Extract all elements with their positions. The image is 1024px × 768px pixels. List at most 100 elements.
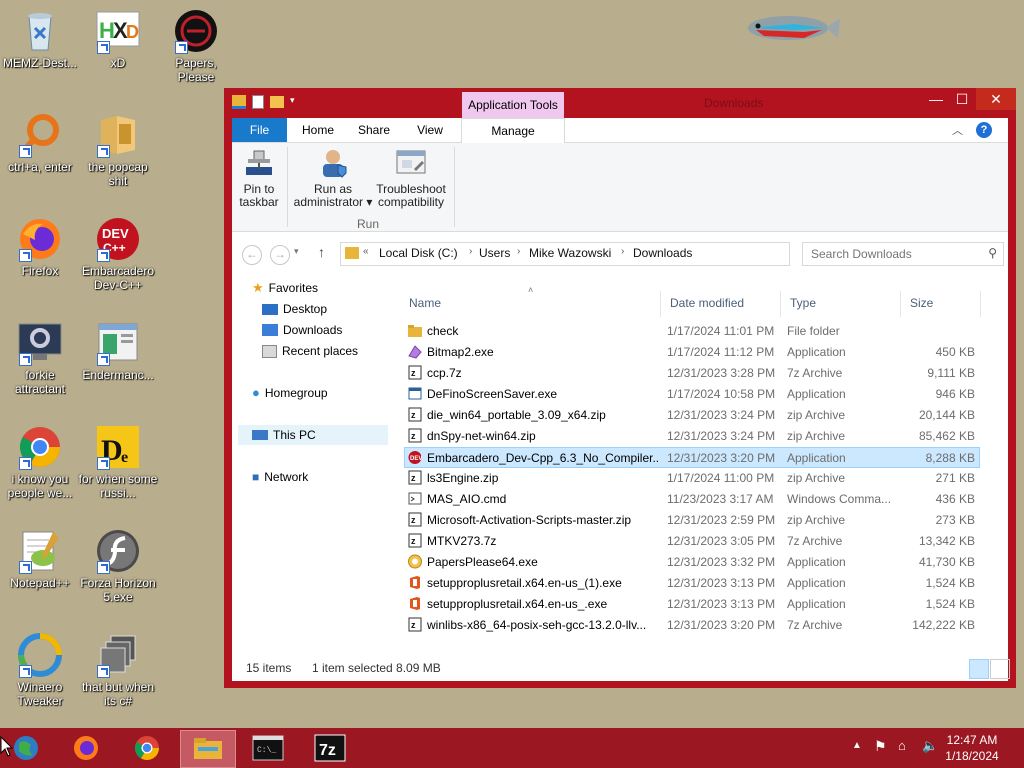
desktop-icon-ctrl-a-enter[interactable]: ctrl+a, enter [0,112,80,174]
breadcrumb-users[interactable]: Users [479,246,510,260]
chevron-right-icon[interactable]: › [517,246,520,257]
desktop-icon-popcap[interactable]: the popcap shit [78,112,158,188]
desktop-icon-that-but-when-its-csharp[interactable]: that but when its c# [78,632,158,708]
properties-icon[interactable] [252,95,264,109]
column-separator[interactable] [780,291,781,317]
firefox-icon [17,216,63,262]
nav-recent-places[interactable]: Recent places [262,341,358,361]
nav-this-pc[interactable]: This PC [238,425,388,445]
run-as-admin-button[interactable]: Run as administrator ▾ [292,147,374,209]
svg-text:z: z [411,536,416,546]
desktop-icon-papers-please[interactable]: Papers, Please [156,8,236,84]
flag-icon[interactable]: ⚑ [874,738,887,755]
file-date: 12/31/2023 3:05 PM [667,534,776,548]
troubleshoot-icon [394,147,428,179]
recent-places-icon [262,344,277,358]
desktop-icon-firefox[interactable]: Firefox [0,216,80,278]
nav-favorites[interactable]: ★ Favorites [252,278,318,298]
file-row[interactable]: z winlibs-x86_64-posix-seh-gcc-13.2.0-llv… [405,615,979,635]
recent-locations-icon[interactable]: ▾ [294,246,299,257]
file-row[interactable]: check 1/17/2024 11:01 PM File folder [405,321,979,341]
breadcrumb-overflow[interactable]: « [363,246,369,257]
taskbar-command-prompt[interactable]: C:\_ [242,730,294,766]
nav-downloads[interactable]: Downloads [262,320,342,340]
file-row[interactable]: z Microsoft-Activation-Scripts-master.zip… [405,510,979,530]
taskbar-file-explorer[interactable] [180,730,236,768]
tab-manage[interactable]: Manage [461,118,565,144]
back-button[interactable]: ← [242,245,262,265]
breadcrumb-mike-wazowski[interactable]: Mike Wazowski [529,246,611,260]
file-row[interactable]: z ccp.7z 12/31/2023 3:28 PM 7z Archive 9,111… [405,363,979,383]
network-tray-icon[interactable]: ⌂ [898,738,906,753]
tab-file[interactable]: File [232,118,287,142]
address-bar[interactable]: « Local Disk (C:) › Users › Mike Wazowsk… [340,242,890,266]
tab-home[interactable]: Home [290,118,346,142]
taskbar-chrome[interactable] [121,730,173,766]
desktop-icon-endermanc[interactable]: Endermanc... [78,320,158,382]
details-view-button[interactable] [969,659,989,679]
breadcrumb-downloads[interactable]: Downloads [633,246,692,260]
ribbon-collapse-icon[interactable]: ︿ [952,122,966,137]
file-row[interactable]: z ls3Engine.zip 1/17/2024 11:00 PM zip Arch… [405,468,979,488]
tab-share[interactable]: Share [348,118,400,142]
nav-favorites-label: Favorites [268,281,319,295]
desktop-icon-notepad-plus-plus[interactable]: Notepad++ [0,528,80,590]
file-row[interactable]: z MTKV273.7z 12/31/2023 3:05 PM 7z Archive 1… [405,531,979,551]
file-type: Application [787,451,846,465]
pin-to-taskbar-button[interactable]: Pin to taskbar [236,147,282,209]
chevron-right-icon[interactable]: › [621,246,624,257]
application-tools-tab: Application Tools [462,92,564,118]
desktop-icon-winaero-tweaker[interactable]: Winaero Tweaker [0,632,80,708]
clock[interactable]: 12:47 AM 1/18/2024 [930,732,1014,764]
search-box[interactable]: ⚲ [802,242,1004,266]
file-row[interactable]: DEV Embarcadero_Dev-Cpp_6.3_No_Compiler..… [404,447,980,468]
search-icon[interactable]: ⚲ [988,246,997,260]
show-hidden-icons[interactable]: ▲ [852,740,862,751]
column-separator[interactable] [900,291,901,317]
large-icons-view-button[interactable] [990,659,1010,679]
desktop-icon-for-when-some-russi[interactable]: De for when some russi... [78,424,158,500]
troubleshoot-compatibility-button[interactable]: Troubleshoot compatibility [374,147,448,209]
forward-button[interactable]: → [270,245,290,265]
admin-user-icon [316,147,350,179]
desktop-icon-embarcadero-dev-cpp[interactable]: DEV C++ Embarcadero Dev-C++ [78,216,158,292]
file-row[interactable]: setupproplusretail.x64.en-us_(1).exe 12/3… [405,573,979,593]
column-separator[interactable] [660,291,661,317]
column-date[interactable]: Date modified [670,296,744,310]
taskbar-7zip[interactable]: 7z [304,730,356,766]
chrome-icon [134,736,159,761]
chevron-down-icon[interactable]: ▾ [290,95,300,109]
nav-desktop[interactable]: Desktop [262,299,327,319]
maximize-button[interactable]: ☐ [950,88,974,110]
close-button[interactable]: ✕ [976,88,1016,110]
new-folder-icon[interactable] [270,96,284,108]
nav-homegroup[interactable]: ● Homegroup [252,383,328,403]
breadcrumb-local-disk[interactable]: Local Disk (C:) [379,246,458,260]
minimize-button[interactable]: — [924,88,948,110]
taskbar-firefox[interactable] [60,730,112,766]
column-type[interactable]: Type [790,296,816,310]
file-row[interactable]: Bitmap2.exe 1/17/2024 11:12 PM Application… [405,342,979,362]
desktop-icon-xd[interactable]: H X D xD [78,8,158,70]
desktop-icon-forza-horizon-5[interactable]: Forza Horizon 5.exe [78,528,158,604]
up-button[interactable]: ↑ [318,244,325,260]
column-separator[interactable] [980,291,981,317]
desktop-icon-forkie-attractant[interactable]: forkie attractant [0,320,80,396]
folder-down-icon[interactable] [232,95,246,109]
help-icon[interactable]: ? [976,122,992,138]
chevron-right-icon[interactable]: › [469,246,472,257]
column-name[interactable]: Name [409,296,441,310]
column-size[interactable]: Size [910,296,933,310]
file-row[interactable]: MAS_AIO.cmd 11/23/2023 3:17 AM Windows Com… [405,489,979,509]
tab-view[interactable]: View [402,118,458,142]
search-input[interactable] [809,243,983,265]
file-row[interactable]: PapersPlease64.exe 12/31/2023 3:32 PM Appl… [405,552,979,572]
desktop-icon-label: Forza Horizon 5.exe [80,576,156,604]
file-row[interactable]: setupproplusretail.x64.en-us_.exe 12/31/2… [405,594,979,614]
file-row[interactable]: z dnSpy-net-win64.zip 12/31/2023 3:24 PM zi… [405,426,979,446]
desktop-icon-i-know-you-people[interactable]: i know you people we... [0,424,80,500]
desktop-icon-memz-desktop[interactable]: MEMZ-Dest... [0,8,80,70]
file-row[interactable]: z die_win64_portable_3.09_x64.zip 12/31/20… [405,405,979,425]
nav-network[interactable]: ■ Network [252,467,308,487]
file-row[interactable]: DeFinoScreenSaver.exe 1/17/2024 10:58 PM A… [405,384,979,404]
